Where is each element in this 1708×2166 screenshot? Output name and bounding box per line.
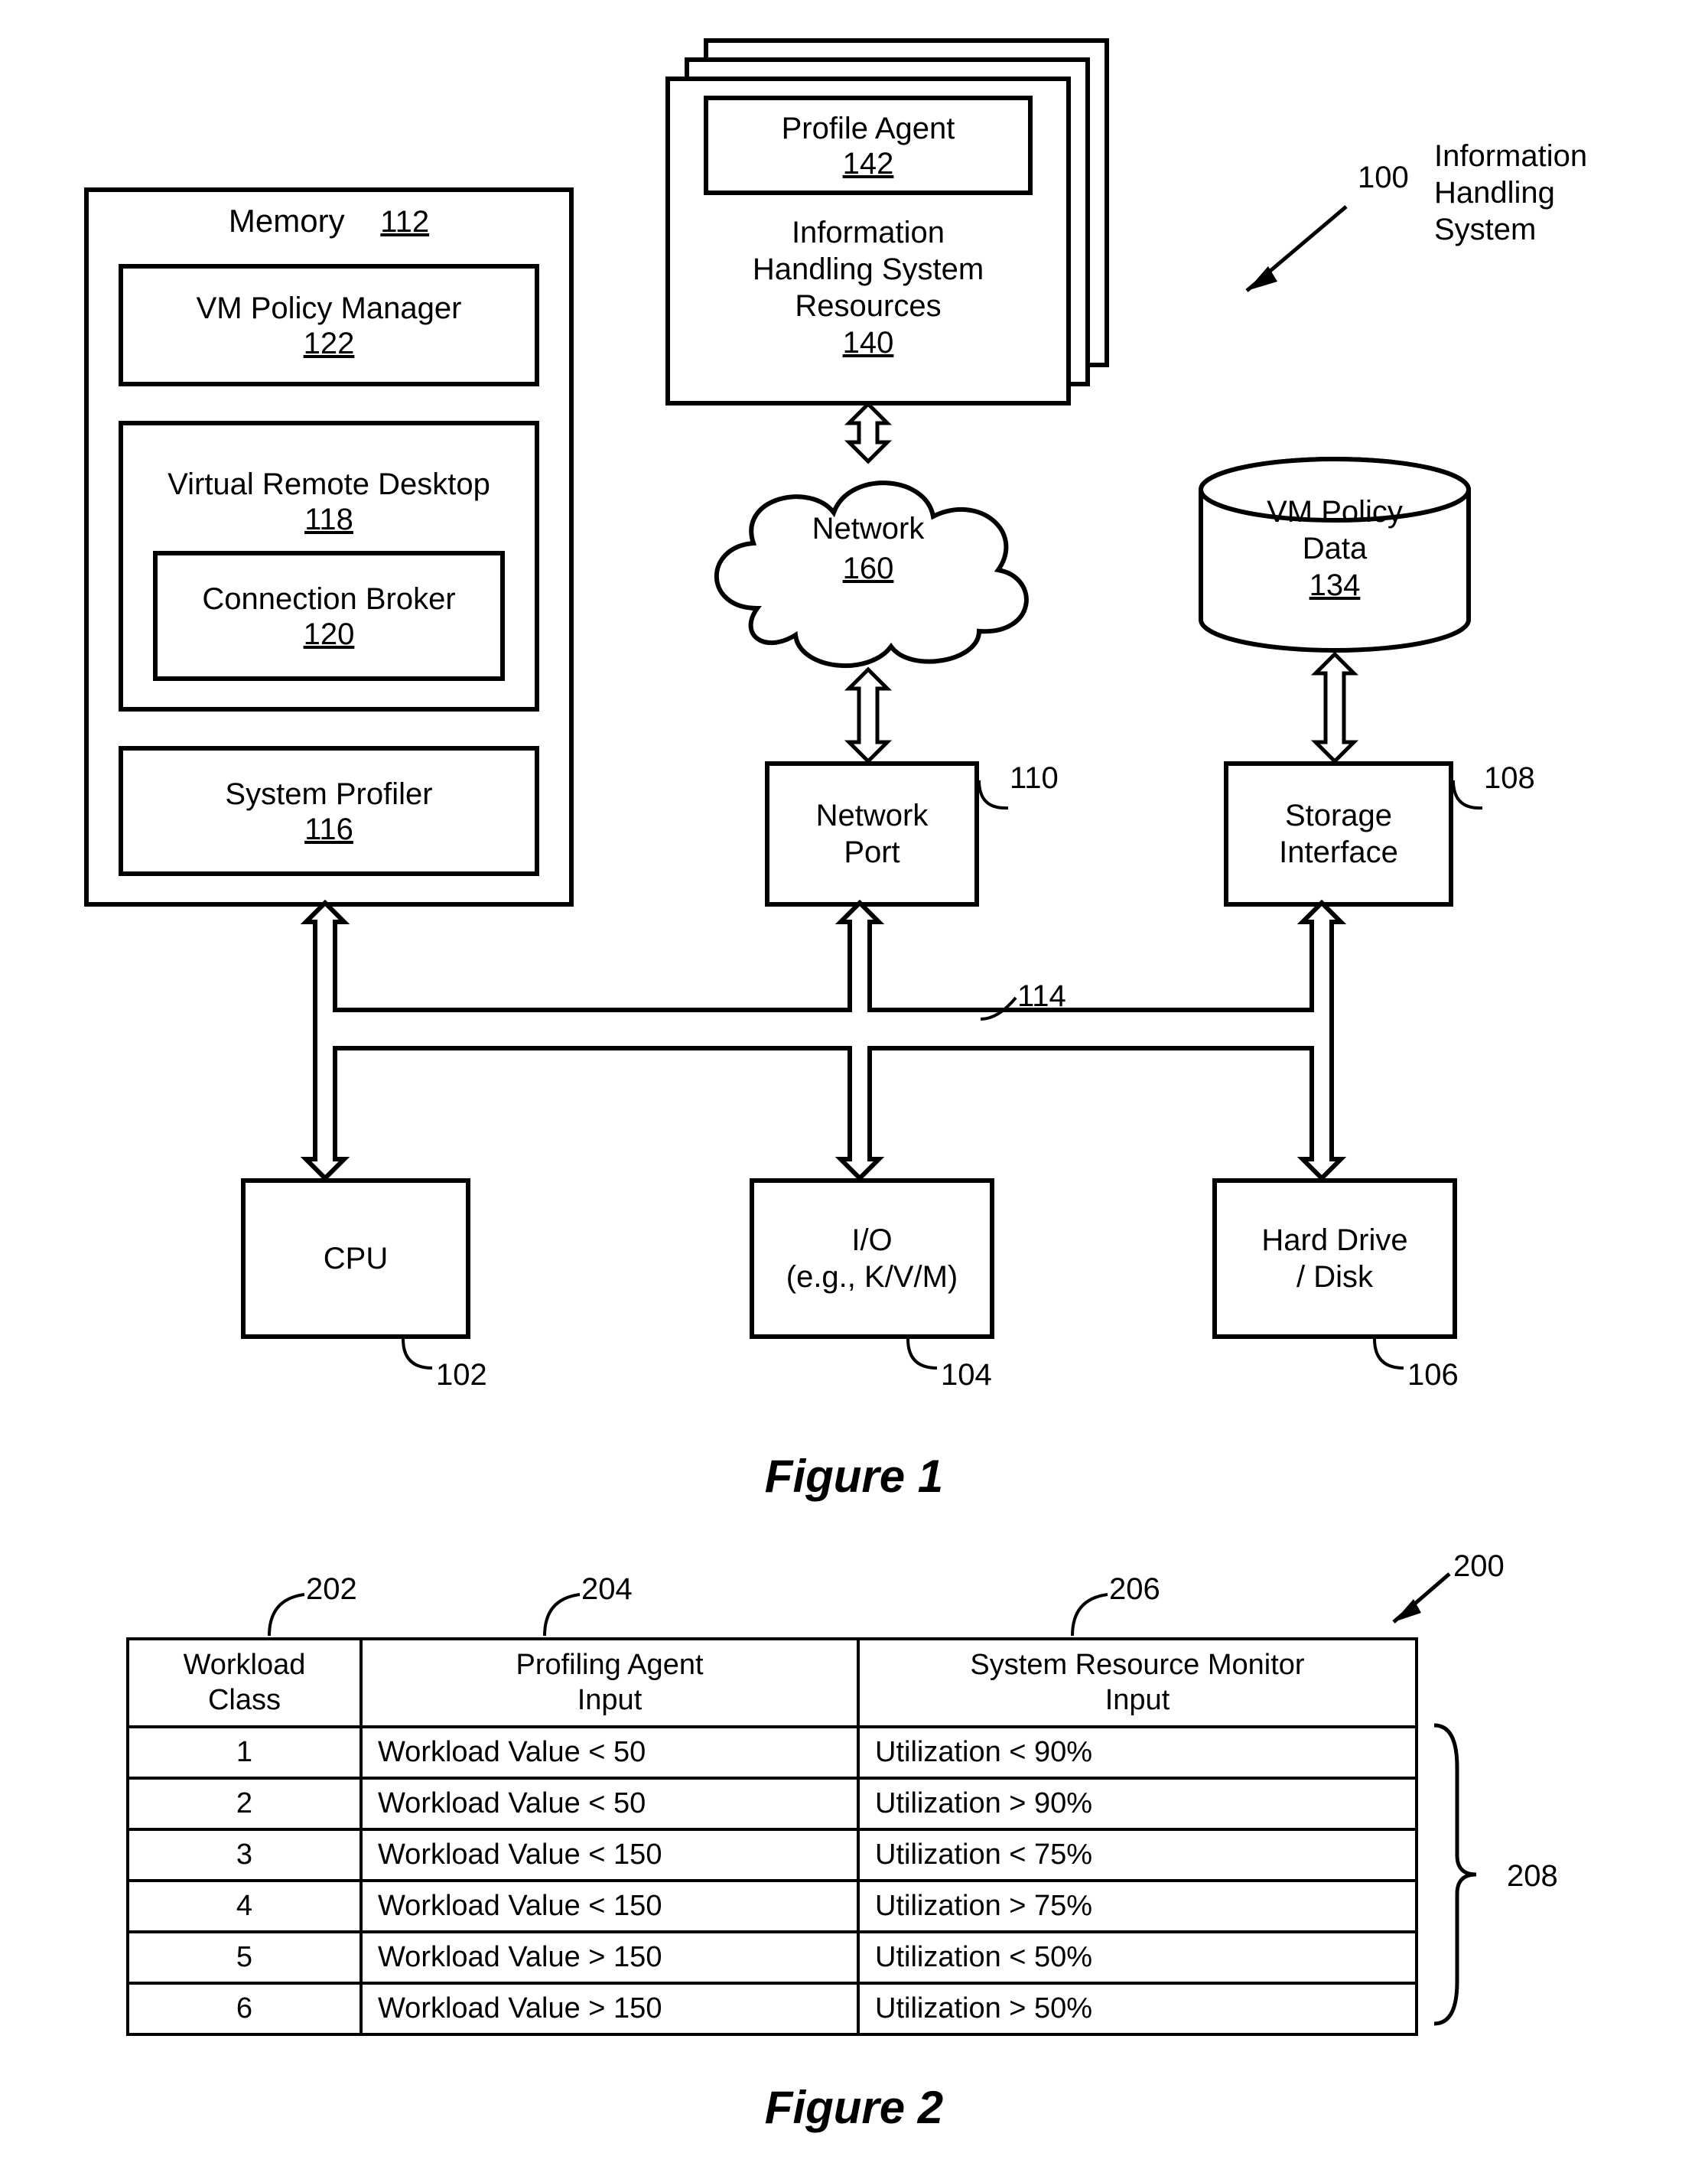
storage-label: Storage Interface <box>1279 797 1398 871</box>
cell-class: 4 <box>128 1881 361 1932</box>
ihsr-text: Information Handling System Resources 14… <box>665 214 1071 361</box>
net-port-label: Network Port <box>816 797 929 871</box>
table-row: 3 Workload Value < 150 Utilization < 75% <box>128 1829 1417 1881</box>
cell-agent: Workload Value < 50 <box>361 1778 858 1829</box>
ref-108: 108 <box>1484 761 1535 796</box>
ref-202: 202 <box>306 1572 357 1607</box>
table-row: 2 Workload Value < 50 Utilization > 90% <box>128 1778 1417 1829</box>
ihsr-label: Information Handling System Resources <box>665 214 1071 324</box>
cell-class: 2 <box>128 1778 361 1829</box>
callout-106-icon <box>1373 1337 1407 1372</box>
cpu-label: CPU <box>324 1240 388 1277</box>
conn-num: 120 <box>304 617 355 652</box>
cpu-box: CPU <box>241 1178 470 1339</box>
ref-208: 208 <box>1507 1859 1558 1894</box>
cell-agent: Workload Value > 150 <box>361 1932 858 1983</box>
cell-res: Utilization > 75% <box>858 1881 1417 1932</box>
cell-class: 3 <box>128 1829 361 1881</box>
network-cloud-text: Network 160 <box>696 509 1040 588</box>
profile-agent-num: 142 <box>843 147 894 181</box>
cell-class: 5 <box>128 1932 361 1983</box>
ref-104: 104 <box>941 1358 992 1392</box>
db-num: 134 <box>1309 568 1361 602</box>
col-profiling-agent: Profiling Agent Input <box>361 1639 858 1727</box>
sys-prof-num: 116 <box>304 813 353 847</box>
ref-204: 204 <box>581 1572 633 1607</box>
vm-policy-label: VM Policy Manager <box>197 290 462 327</box>
hard-drive-box: Hard Drive / Disk <box>1212 1178 1457 1339</box>
callout-108-icon <box>1452 779 1486 813</box>
callout-104-icon <box>906 1337 941 1372</box>
ref-200: 200 <box>1453 1549 1505 1584</box>
system-profiler-box: System Profiler 116 <box>119 746 539 876</box>
cell-agent: Workload Value < 150 <box>361 1881 858 1932</box>
ref-100-arrow-icon <box>1231 199 1354 306</box>
workload-class-table: Workload Class Profiling Agent Input Sys… <box>126 1637 1418 2036</box>
cell-res: Utilization > 90% <box>858 1778 1417 1829</box>
table-body: 1 Workload Value < 50 Utilization < 90% … <box>128 1727 1417 2034</box>
callout-206-icon <box>1071 1591 1109 1637</box>
vm-policy-manager-box: VM Policy Manager 122 <box>119 264 539 386</box>
ref-100-label: Information Handling System <box>1434 138 1587 248</box>
ref-106: 106 <box>1407 1358 1459 1392</box>
cell-class: 6 <box>128 1983 361 2034</box>
callout-202-icon <box>268 1591 306 1637</box>
ref-102: 102 <box>436 1358 487 1392</box>
callout-102-icon <box>402 1337 436 1372</box>
cell-res: Utilization < 75% <box>858 1829 1417 1881</box>
sys-prof-label: System Profiler <box>225 776 432 813</box>
patent-figures-canvas: Profile Agent 142 Information Handling S… <box>31 31 1677 2135</box>
memory-num: 112 <box>380 205 429 239</box>
arrow-db-storage-icon <box>1312 654 1358 761</box>
network-port-box: Network Port <box>765 761 979 907</box>
ref-206: 206 <box>1109 1572 1160 1607</box>
memory-label: Memory <box>229 203 345 239</box>
brace-icon <box>1430 1721 1484 2028</box>
vm-policy-num: 122 <box>304 327 355 361</box>
figure-2-caption: Figure 2 <box>31 2081 1677 2134</box>
ref-200-arrow-icon <box>1384 1570 1453 1631</box>
db-label: VM Policy Data <box>1193 493 1476 567</box>
ref-100: 100 <box>1358 161 1409 195</box>
cell-res: Utilization < 50% <box>858 1932 1417 1983</box>
memory-title: Memory 112 <box>84 203 574 239</box>
cell-res: Utilization > 50% <box>858 1983 1417 2034</box>
arrow-cloud-netport-icon <box>845 669 891 761</box>
table-header-row: Workload Class Profiling Agent Input Sys… <box>128 1639 1417 1727</box>
cell-res: Utilization < 90% <box>858 1727 1417 1778</box>
network-num: 160 <box>843 552 894 585</box>
cell-class: 1 <box>128 1727 361 1778</box>
ref-114: 114 <box>1017 979 1066 1014</box>
cell-agent: Workload Value > 150 <box>361 1983 858 2034</box>
vrd-label: Virtual Remote Desktop <box>168 466 490 503</box>
table-row: 6 Workload Value > 150 Utilization > 50% <box>128 1983 1417 2034</box>
storage-interface-box: Storage Interface <box>1224 761 1453 907</box>
conn-label: Connection Broker <box>202 581 455 617</box>
callout-204-icon <box>543 1591 581 1637</box>
cell-agent: Workload Value < 150 <box>361 1829 858 1881</box>
table-row: 1 Workload Value < 50 Utilization < 90% <box>128 1727 1417 1778</box>
figure-1-caption: Figure 1 <box>31 1450 1677 1503</box>
network-label: Network <box>812 512 925 546</box>
db-text: VM Policy Data 134 <box>1193 493 1476 604</box>
callout-114-icon <box>979 996 1017 1023</box>
col-resource-monitor: System Resource Monitor Input <box>858 1639 1417 1727</box>
profile-agent-box: Profile Agent 142 <box>704 96 1033 195</box>
ref-110: 110 <box>1010 761 1059 796</box>
arrow-ihsr-cloud-icon <box>845 404 891 461</box>
table-row: 5 Workload Value > 150 Utilization < 50% <box>128 1932 1417 1983</box>
cell-agent: Workload Value < 50 <box>361 1727 858 1778</box>
vrd-num: 118 <box>304 503 353 537</box>
io-box: I/O (e.g., K/V/M) <box>750 1178 994 1339</box>
table-row: 4 Workload Value < 150 Utilization > 75% <box>128 1881 1417 1932</box>
callout-110-icon <box>978 779 1012 813</box>
profile-agent-label: Profile Agent <box>782 110 955 147</box>
ihsr-num: 140 <box>843 326 894 360</box>
col-workload-class: Workload Class <box>128 1639 361 1727</box>
io-label: I/O (e.g., K/V/M) <box>786 1222 958 1295</box>
disk-label: Hard Drive / Disk <box>1261 1222 1407 1295</box>
bus-icon <box>245 903 1407 1182</box>
connection-broker-box: Connection Broker 120 <box>153 551 505 681</box>
